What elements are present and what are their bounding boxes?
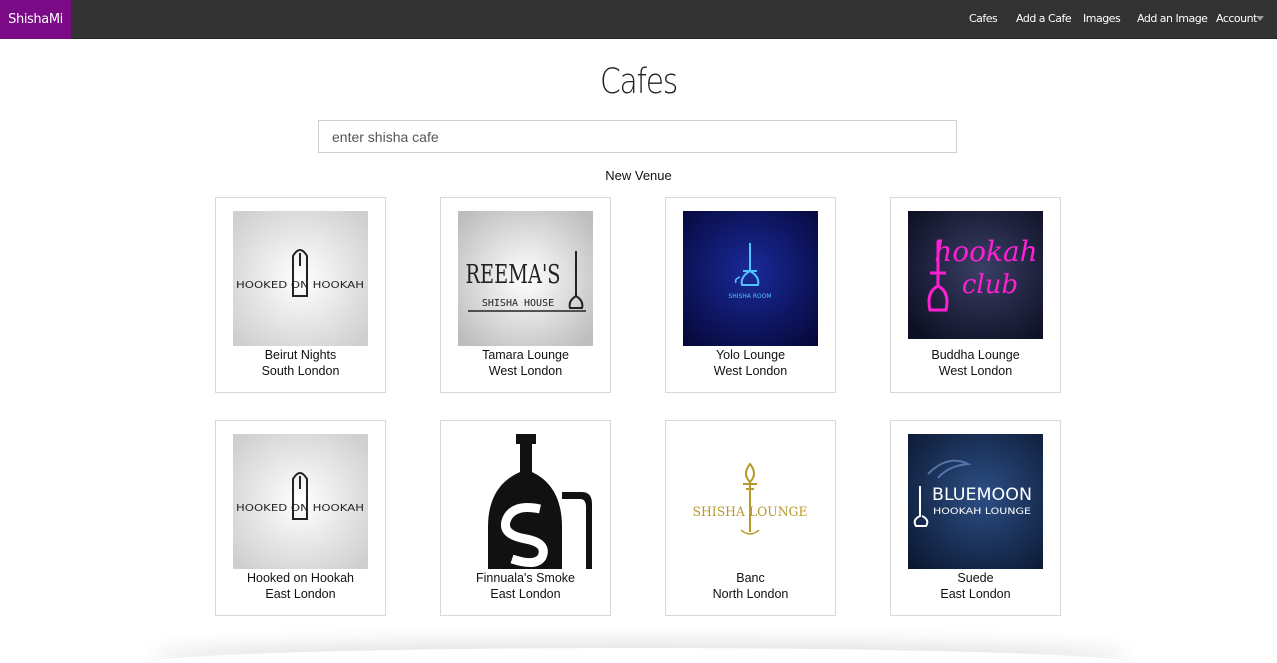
cafe-area: West London (938, 364, 1013, 378)
hookah-club-logo: hookah club (908, 211, 1043, 346)
cafe-name: Yolo Lounge (715, 348, 786, 362)
svg-text:hookah: hookah (934, 235, 1037, 268)
shisha-room-logo: SHISHA ROOM (683, 211, 818, 346)
nav-link-cafes[interactable]: Cafes (969, 0, 998, 39)
nav-link-account[interactable]: Account (1216, 0, 1257, 39)
svg-text:HOOKED ON HOOKAH: HOOKED ON HOOKAH (236, 503, 364, 514)
navbar: ShishaMi Cafes Add a Cafe Images Add an … (0, 0, 1277, 39)
svg-text:REEMA'S: REEMA'S (466, 260, 561, 290)
footer-shadow (150, 648, 1130, 663)
cafe-area: East London (265, 587, 336, 601)
hooked-on-hookah-logo: HOOKED ON HOOKAH (233, 211, 368, 346)
cafe-area: West London (713, 364, 788, 378)
cafe-card[interactable]: Finnuala's Smoke East London (440, 420, 611, 616)
nav-link-images[interactable]: Images (1083, 0, 1121, 39)
svg-text:HOOKED ON HOOKAH: HOOKED ON HOOKAH (236, 280, 364, 291)
cafe-name: Finnuala's Smoke (476, 571, 575, 585)
cafe-name: Banc (736, 571, 765, 585)
cafe-card[interactable]: HOOKED ON HOOKAH Beirut Nights South Lon… (215, 197, 386, 393)
brand-logo[interactable]: ShishaMi (0, 0, 71, 39)
svg-text:SHISHA LOUNGE: SHISHA LOUNGE (693, 505, 808, 520)
reema-shisha-house-logo: REEMA'S SHISHA HOUSE (458, 211, 593, 346)
cafe-card[interactable]: HOOKED ON HOOKAH Hooked on Hookah East L… (215, 420, 386, 616)
search-input[interactable] (318, 120, 957, 153)
chevron-down-icon[interactable] (1256, 16, 1264, 21)
page-title: Cafes (600, 62, 678, 102)
hooked-on-hookah-logo: HOOKED ON HOOKAH (233, 434, 368, 569)
cafe-name: Beirut Nights (264, 348, 337, 362)
cafe-card[interactable]: SHISHA LOUNGE Banc North London (665, 420, 836, 616)
cafe-area: East London (940, 587, 1011, 601)
svg-text:BLUEMOON: BLUEMOON (932, 485, 1032, 505)
cafe-card[interactable]: SHISHA ROOM Yolo Lounge West London (665, 197, 836, 393)
bluemoon-hookah-lounge-logo: BLUEMOON HOOKAH LOUNGE (908, 434, 1043, 569)
cafe-name: Hooked on Hookah (246, 571, 355, 585)
cafe-area: East London (490, 587, 561, 601)
hookah-s-logo (458, 434, 593, 569)
cafe-area: West London (488, 364, 563, 378)
svg-text:SHISHA ROOM: SHISHA ROOM (728, 293, 771, 300)
svg-text:club: club (962, 270, 1018, 300)
cafe-area: South London (261, 364, 340, 378)
svg-text:SHISHA HOUSE: SHISHA HOUSE (482, 298, 554, 309)
cafe-card[interactable]: BLUEMOON HOOKAH LOUNGE Suede East London (890, 420, 1061, 616)
cafe-area: North London (712, 587, 789, 601)
nav-link-add-cafe[interactable]: Add a Cafe (1016, 0, 1072, 39)
cafe-card[interactable]: REEMA'S SHISHA HOUSE Tamara Lounge West … (440, 197, 611, 393)
svg-text:HOOKAH LOUNGE: HOOKAH LOUNGE (933, 507, 1031, 517)
new-venue-link[interactable]: New Venue (0, 168, 1277, 183)
cafe-name: Buddha Lounge (931, 348, 1020, 362)
nav-link-add-image[interactable]: Add an Image (1137, 0, 1208, 39)
shisha-lounge-logo: SHISHA LOUNGE (683, 434, 818, 569)
cafe-name: Suede (957, 571, 994, 585)
cafe-card[interactable]: hookah club Buddha Lounge West London (890, 197, 1061, 393)
cafe-name: Tamara Lounge (482, 348, 569, 362)
